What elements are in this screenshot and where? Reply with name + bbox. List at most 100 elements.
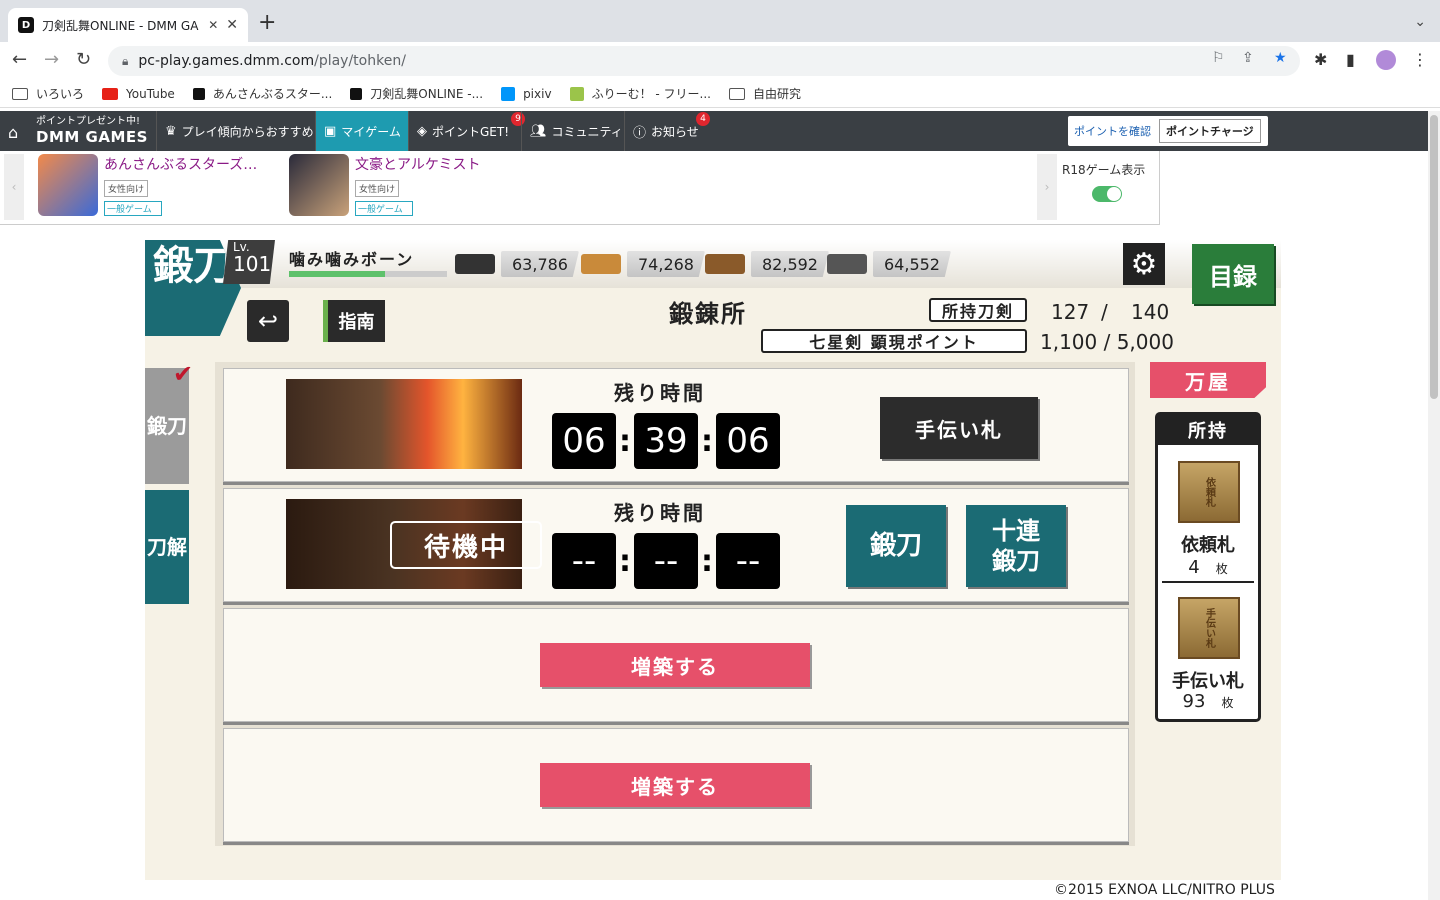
profile-avatar[interactable] [1376, 50, 1396, 70]
folder-icon [728, 87, 745, 100]
game-thumbnail [38, 154, 98, 216]
timer-hours: 06 [552, 413, 616, 469]
site-permissions-icon[interactable]: ⚐ [1212, 50, 1225, 66]
player-name: 噛み噛みボーン [289, 250, 415, 269]
inventory-panel: 所持 依頼札 依頼札 4枚 手伝い札 手伝い札 93 枚 [1155, 412, 1261, 722]
bookmark-folder[interactable]: いろいろ [12, 85, 84, 102]
inventory-divider [1162, 581, 1254, 583]
remaining-time-label: 残り時間 [614, 381, 706, 405]
checkmark-icon: ✔ [173, 360, 194, 388]
url-path: /play/tohken/ [314, 53, 406, 69]
nav-mygame[interactable]: ▣ マイゲーム [315, 111, 409, 151]
countdown-timer: 06 : 39 : 06 [552, 413, 780, 469]
tab-strip: D 刀剣乱舞ONLINE - DMM GA ✕ ✕ + ⌄ [0, 0, 1440, 42]
banner-next-button[interactable]: › [1037, 154, 1057, 220]
catalog-button[interactable]: 目録 [1192, 244, 1274, 304]
charge-points-button[interactable]: ポイントチャージ [1159, 119, 1261, 143]
lock-icon: 🔒︎ [122, 53, 129, 68]
check-points-link[interactable]: ポイントを確認 [1074, 123, 1151, 139]
new-tab-button[interactable]: + [258, 12, 276, 34]
tab-title: 刀剣乱舞ONLINE - DMM GA [42, 18, 199, 33]
guide-button[interactable]: 指南 [323, 300, 385, 342]
page-title: 鍛錬所 [669, 299, 747, 328]
bookmark-youtube[interactable]: YouTube [102, 87, 175, 101]
bookmark-touken[interactable]: 刀剣乱舞ONLINE -... [350, 85, 483, 102]
badge-news: 4 [696, 112, 710, 126]
expand-button[interactable]: 増築する [540, 763, 810, 807]
tab-dismantle[interactable]: 刀解 [145, 490, 189, 604]
share-icon[interactable]: ⇪ [1242, 50, 1254, 66]
forge-idle-image: 待機中 [286, 499, 542, 589]
nav-recommend[interactable]: ♛ プレイ傾向からおすすめ [156, 111, 322, 151]
back-arrow-icon[interactable]: ↩ [247, 300, 289, 342]
scrollbar-thumb[interactable] [1430, 115, 1438, 399]
side-panel-icon[interactable]: ▮ [1346, 50, 1355, 69]
tab-search-icon[interactable]: ⌄ [1414, 14, 1426, 30]
banner-game-1[interactable]: あんさんぶるスターズ… 女性向け 一般ゲーム [38, 154, 257, 222]
item-name: 依頼札 [1181, 535, 1235, 556]
bookmark-freem[interactable]: ふりーむ！ - フリー... [569, 85, 711, 102]
expand-button[interactable]: 増築する [540, 643, 810, 687]
help-card-icon: 手伝い札 [1178, 597, 1240, 659]
folder-icon [12, 87, 28, 100]
remaining-time-label: 残り時間 [614, 501, 706, 525]
browser-toolbar: ← → ↻ 🔒︎ pc-play.games.dmm.com/play/tohk… [0, 42, 1440, 78]
mute-icon[interactable]: ✕ [208, 18, 218, 32]
forge-slot-3: 増築する [223, 608, 1129, 722]
timer-seconds: 06 [716, 413, 780, 469]
copyright: ©2015 EXNOA LLC/NITRO PLUS [1054, 882, 1275, 898]
freem-icon [569, 86, 584, 101]
bookmark-pixiv[interactable]: pixiv [501, 86, 552, 101]
r18-label: R18ゲーム表示 [1062, 163, 1146, 177]
owned-separator: / [1101, 300, 1108, 324]
address-bar[interactable]: 🔒︎ pc-play.games.dmm.com/play/tohken/ [108, 46, 1300, 76]
game-thumbnail [289, 154, 349, 216]
forward-icon[interactable]: → [44, 48, 59, 72]
shop-button[interactable]: 万屋 [1150, 362, 1266, 398]
close-tab-icon[interactable]: ✕ [226, 17, 238, 33]
resource-whetstone: 64,552 [827, 250, 951, 278]
forge-slot-4: 増築する [223, 728, 1129, 842]
banner-prev-button[interactable]: ‹ [4, 154, 24, 220]
timer-minutes: 39 [634, 413, 698, 469]
gamepad-icon: ▣ [324, 123, 337, 139]
reload-icon[interactable]: ↻ [76, 48, 91, 72]
nav-pointget[interactable]: ◈ ポイントGET! [408, 111, 517, 151]
item-count: 93 枚 [1182, 691, 1234, 712]
forge-button[interactable]: 鍛刀 [846, 505, 946, 587]
whetstone-icon [827, 254, 867, 274]
nav-news[interactable]: ⓘ お知らせ [624, 111, 707, 151]
ten-forge-button[interactable]: 十連鍛刀 [966, 505, 1066, 587]
dmm-favicon-icon: D [18, 17, 34, 33]
game-banner: ‹ あんさんぶるスターズ… 女性向け 一般ゲーム 文豪とアルケミスト 女性向け … [0, 151, 1160, 225]
settings-gear-icon[interactable]: ⚙ [1123, 243, 1165, 285]
dmm-logo[interactable]: ポイントプレゼント中! DMM GAMES [36, 115, 148, 145]
page-scrollbar[interactable] [1428, 111, 1440, 900]
bookmark-folder-research[interactable]: 自由研究 [728, 85, 801, 102]
level-box: Lv. 101 [223, 240, 275, 284]
bookmark-star-icon[interactable]: ★ [1274, 50, 1287, 66]
xp-bar [289, 271, 447, 277]
resource-steel: 74,268 [581, 250, 705, 278]
back-icon[interactable]: ← [12, 48, 27, 72]
banner-game-2[interactable]: 文豪とアルケミスト 女性向け 一般ゲーム [289, 154, 480, 222]
timer-minutes: -- [634, 533, 698, 589]
owned-count: 127 [1051, 300, 1090, 324]
extensions-icon[interactable]: ✱ [1314, 50, 1327, 69]
pixiv-icon [501, 86, 516, 101]
r18-toggle[interactable] [1092, 186, 1122, 202]
menu-icon[interactable]: ⋮ [1412, 50, 1428, 69]
browser-tab[interactable]: D 刀剣乱舞ONLINE - DMM GA ✕ ✕ [8, 8, 248, 42]
bookmark-ensemble[interactable]: あんさんぶるスター... [192, 85, 332, 102]
bookmarks-bar: いろいろ YouTube あんさんぶるスター... 刀剣乱舞ONLINE -..… [0, 80, 1440, 108]
info-icon: ⓘ [633, 125, 647, 141]
nav-community[interactable]: 👥︎ コミュニティ [521, 111, 631, 151]
home-icon[interactable]: ⌂ [8, 123, 18, 142]
coolant-icon [705, 254, 745, 274]
owned-swords-label: 所持刀剣 [929, 298, 1027, 322]
points-label: 七星剣 顕現ポイント [761, 329, 1027, 353]
help-token-button[interactable]: 手伝い札 [880, 397, 1038, 459]
point-icon: ◈ [417, 123, 427, 139]
forge-slot-1: 残り時間 06 : 39 : 06 手伝い札 [223, 368, 1129, 482]
resource-coolant: 82,592 [705, 250, 829, 278]
